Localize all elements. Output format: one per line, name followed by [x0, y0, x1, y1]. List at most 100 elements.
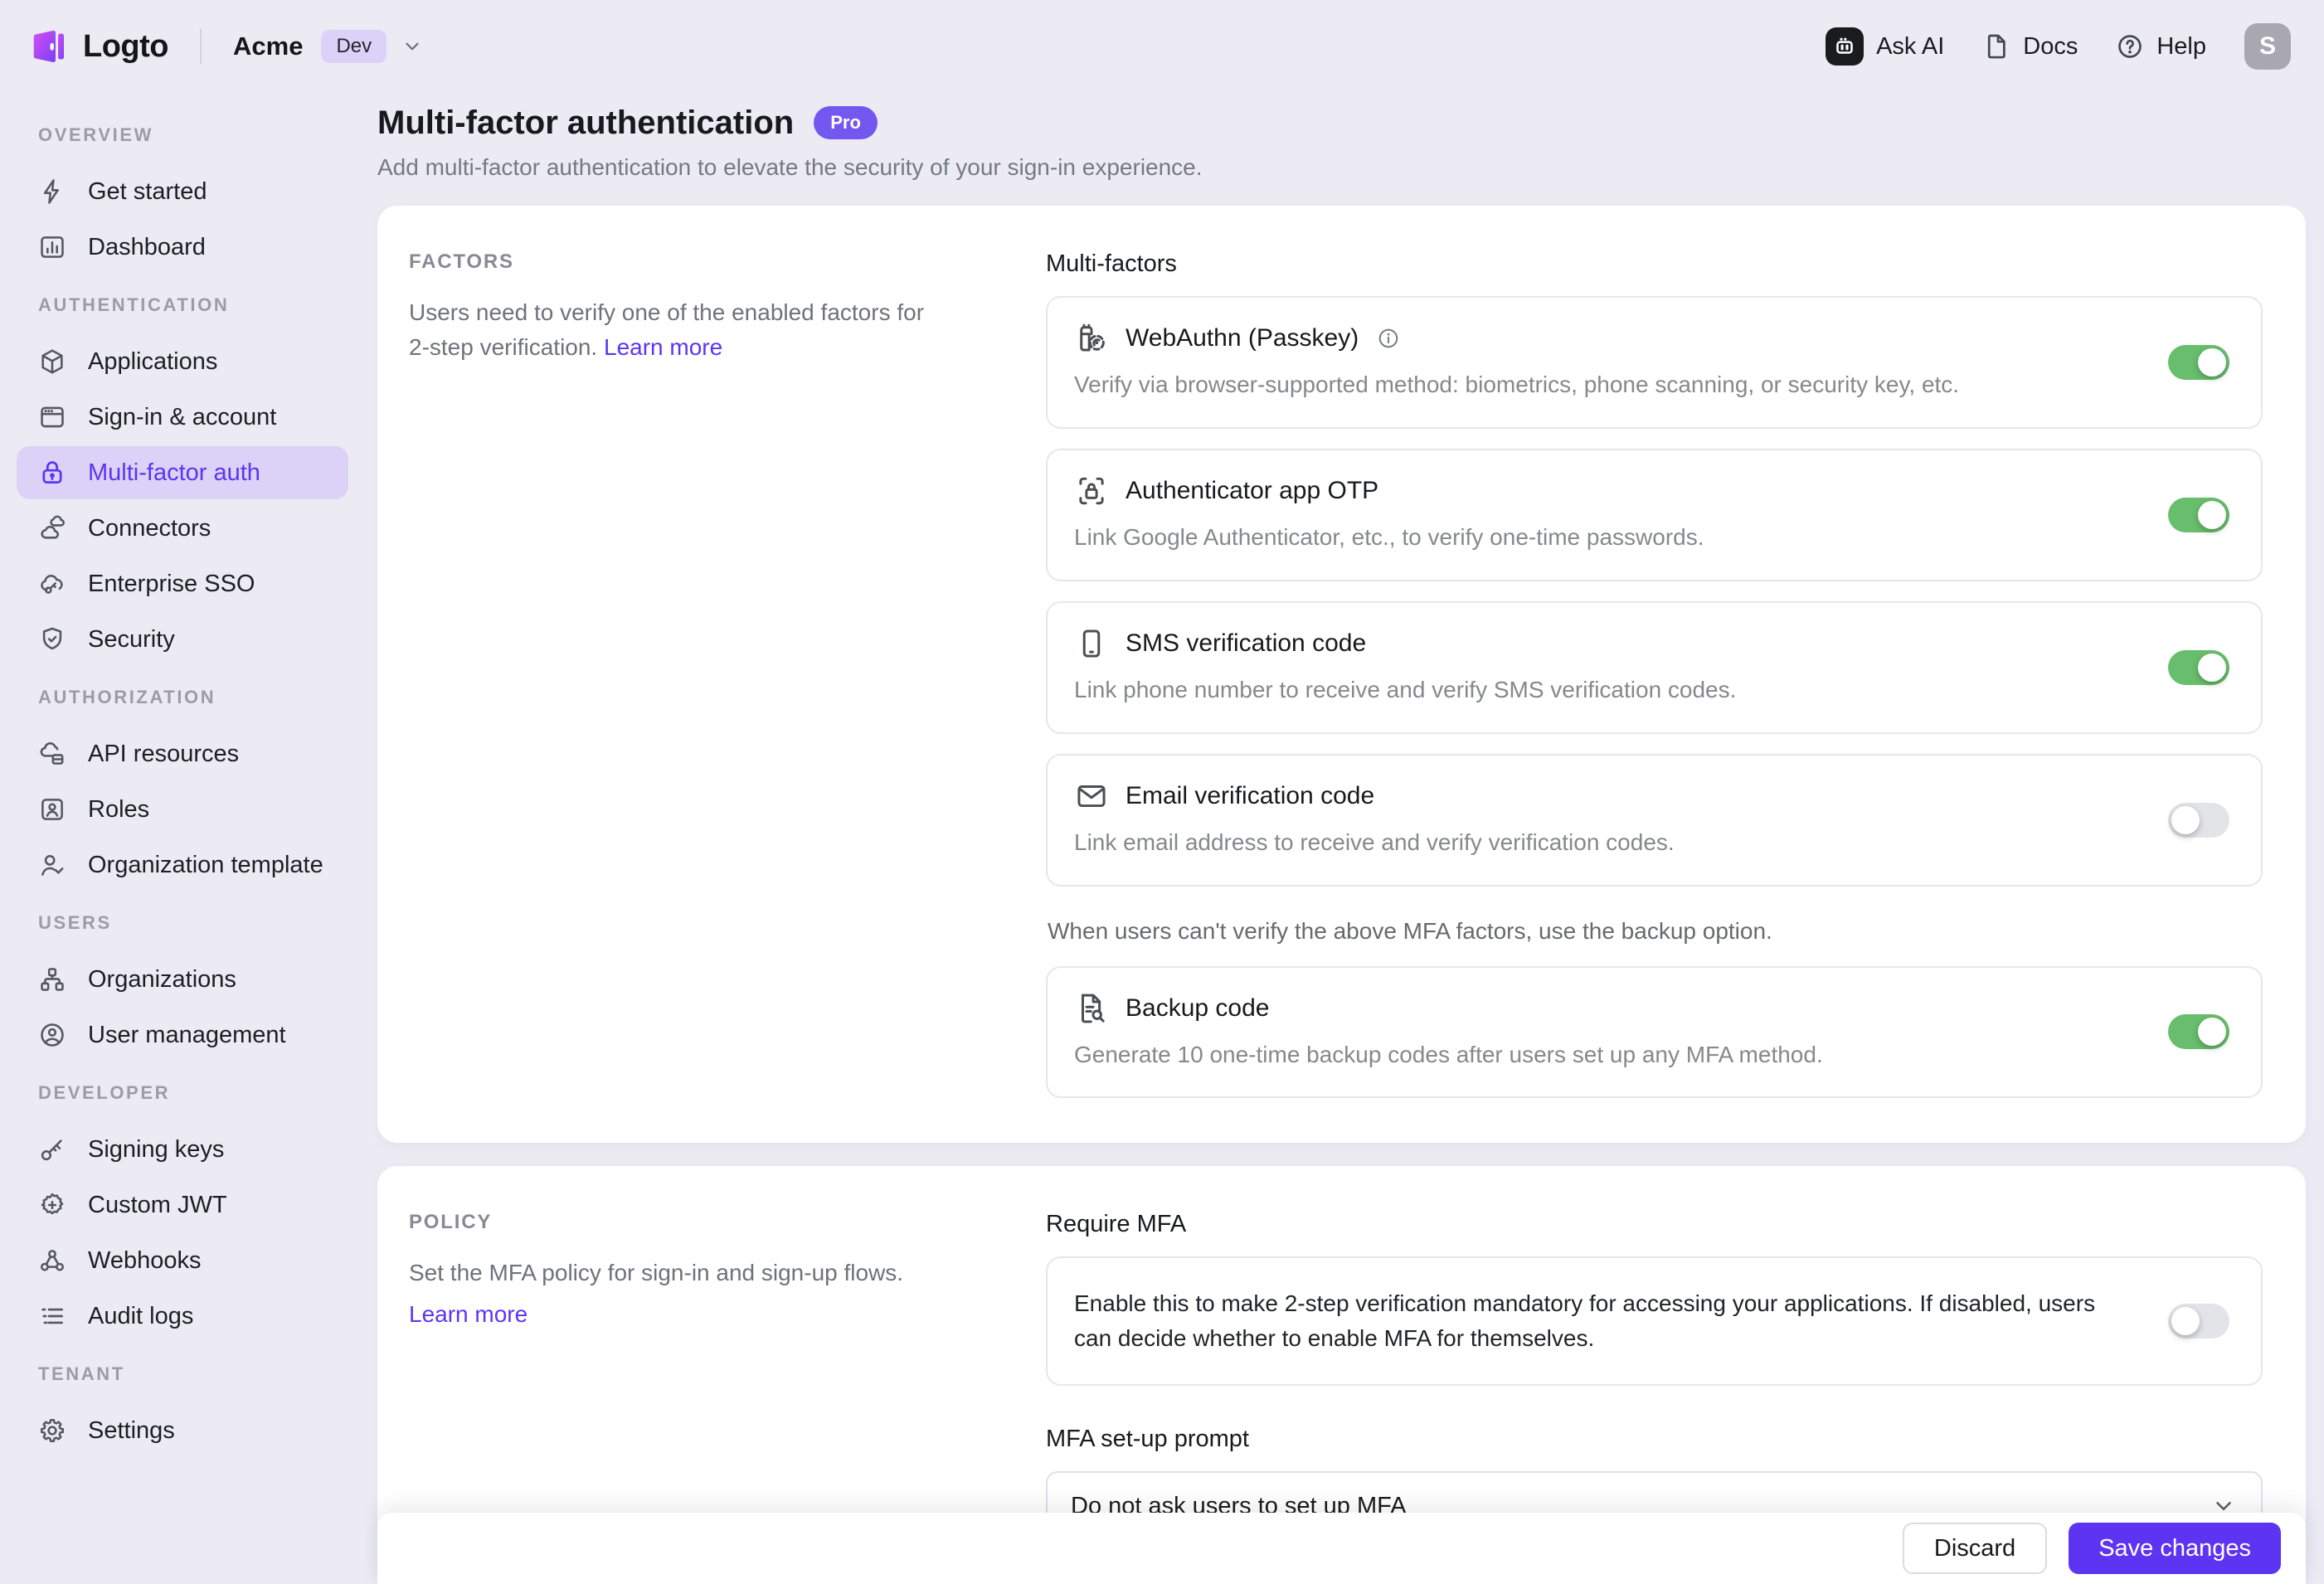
webhook-icon — [38, 1246, 66, 1275]
question-circle-icon — [2116, 32, 2144, 61]
mfa-setup-prompt-label: MFA set-up prompt — [1046, 1426, 2263, 1453]
toggle-knob — [2171, 806, 2200, 834]
factors-card: FACTORS Users need to verify one of the … — [377, 206, 2306, 1143]
logto-logo-icon — [30, 27, 68, 66]
factors-section-label: FACTORS — [409, 250, 946, 274]
gear-icon — [38, 1416, 66, 1445]
robot-icon — [1826, 27, 1864, 66]
sidebar-item-label: Custom JWT — [88, 1192, 227, 1219]
authenticator-otp-toggle[interactable] — [2168, 498, 2229, 532]
sidebar-item-applications[interactable]: Applications — [17, 335, 348, 388]
sidebar-item-label: Dashboard — [88, 234, 206, 261]
sidebar-item-security[interactable]: Security — [17, 613, 348, 666]
seal-plus-icon — [38, 1191, 66, 1219]
require-mfa-label: Require MFA — [1046, 1211, 2263, 1238]
document-icon — [1982, 32, 2010, 61]
sidebar-item-label: Audit logs — [88, 1303, 193, 1330]
sidebar-item-label: Security — [88, 626, 175, 654]
sidebar-item-label: Multi-factor auth — [88, 459, 260, 487]
email-toggle[interactable] — [2168, 803, 2229, 838]
factor-description: Verify via browser-supported method: bio… — [1074, 369, 2128, 401]
factor-title: Authenticator app OTP — [1126, 477, 1378, 505]
docs-button[interactable]: Docs — [1982, 32, 2078, 61]
sidebar-item-label: Settings — [88, 1417, 175, 1445]
sidebar-item-dashboard[interactable]: Dashboard — [17, 221, 348, 274]
help-button[interactable]: Help — [2116, 32, 2206, 61]
factor-title: Backup code — [1126, 994, 1269, 1023]
sidebar-item-webhooks[interactable]: Webhooks — [17, 1234, 348, 1287]
factor-title: WebAuthn (Passkey) — [1126, 324, 1359, 352]
user-circle-icon — [38, 1021, 66, 1049]
sidebar-item-signing-keys[interactable]: Signing keys — [17, 1123, 348, 1176]
sms-toggle[interactable] — [2168, 650, 2229, 685]
person-check-icon — [38, 851, 66, 879]
sidebar-item-label: Enterprise SSO — [88, 571, 255, 598]
tenant-selector[interactable]: Acme Dev — [233, 30, 423, 64]
sidebar-item-organizations[interactable]: Organizations — [17, 953, 348, 1006]
help-label: Help — [2156, 33, 2206, 61]
discard-button[interactable]: Discard — [1903, 1523, 2047, 1574]
header-divider — [200, 29, 202, 64]
sidebar-section-overview: OVERVIEW — [17, 106, 348, 163]
sidebar-item-label: Organizations — [88, 966, 236, 994]
dashboard-icon — [38, 233, 66, 261]
sidebar-section-tenant: TENANT — [17, 1345, 348, 1402]
factor-description: Generate 10 one-time backup codes after … — [1074, 1039, 2128, 1071]
authenticator-otp-icon — [1074, 474, 1109, 508]
shield-check-icon — [38, 625, 66, 654]
sidebar-item-sign-in-account[interactable]: Sign-in & account — [17, 391, 348, 444]
factors-learn-more-link[interactable]: Learn more — [604, 334, 722, 360]
sidebar-item-label: API resources — [88, 741, 239, 768]
sidebar-item-settings[interactable]: Settings — [17, 1404, 348, 1457]
list-icon — [38, 1302, 66, 1330]
toggle-knob — [2198, 1018, 2226, 1046]
ask-ai-button[interactable]: Ask AI — [1826, 27, 1944, 66]
backup-code-toggle[interactable] — [2168, 1014, 2229, 1049]
org-chart-icon — [38, 965, 66, 994]
sms-phone-icon — [1074, 626, 1109, 661]
id-card-icon — [38, 795, 66, 824]
factor-row-sms: SMS verification code Link phone number … — [1046, 601, 2263, 734]
sidebar-item-organization-template[interactable]: Organization template — [17, 838, 348, 892]
sidebar-section-users: USERS — [17, 894, 348, 951]
factor-row-backup-code: Backup code Generate 10 one-time backup … — [1046, 966, 2263, 1099]
avatar[interactable]: S — [2244, 23, 2291, 70]
sidebar-item-label: Get started — [88, 178, 207, 206]
sidebar-item-connectors[interactable]: Connectors — [17, 502, 348, 555]
info-icon[interactable] — [1377, 327, 1400, 350]
policy-section-description: Set the MFA policy for sign-in and sign-… — [409, 1260, 903, 1285]
toggle-knob — [2198, 654, 2226, 682]
sidebar-section-developer: DEVELOPER — [17, 1064, 348, 1121]
tenant-name: Acme — [233, 32, 303, 61]
sidebar-item-enterprise-sso[interactable]: Enterprise SSO — [17, 557, 348, 610]
require-mfa-description: Enable this to make 2-step verification … — [1074, 1286, 2120, 1356]
save-changes-button[interactable]: Save changes — [2069, 1523, 2281, 1574]
sidebar-section-authorization: AUTHORIZATION — [17, 668, 348, 726]
sidebar-item-audit-logs[interactable]: Audit logs — [17, 1290, 348, 1343]
toggle-knob — [2171, 1307, 2200, 1335]
connectors-icon — [38, 514, 66, 542]
sidebar-item-get-started[interactable]: Get started — [17, 165, 348, 218]
factor-description: Link email address to receive and verify… — [1074, 827, 2128, 858]
browser-window-icon — [38, 403, 66, 431]
passkey-icon — [1074, 321, 1109, 356]
cloud-box-icon — [38, 740, 66, 768]
webauthn-toggle[interactable] — [2168, 345, 2229, 380]
email-icon — [1074, 779, 1109, 814]
sidebar-item-multi-factor-auth[interactable]: Multi-factor auth — [17, 446, 348, 499]
sidebar-item-label: Roles — [88, 796, 149, 824]
main-content: Multi-factor authentication Pro Add mult… — [365, 93, 2324, 1584]
lightning-icon — [38, 177, 66, 206]
logo[interactable]: Logto — [30, 27, 168, 66]
sidebar-item-custom-jwt[interactable]: Custom JWT — [17, 1178, 348, 1232]
sidebar-item-user-management[interactable]: User management — [17, 1008, 348, 1062]
sidebar-item-api-resources[interactable]: API resources — [17, 727, 348, 780]
action-bar: Discard Save changes — [377, 1513, 2306, 1584]
factor-row-email: Email verification code Link email addre… — [1046, 754, 2263, 887]
backup-code-icon — [1074, 991, 1109, 1026]
policy-learn-more-link[interactable]: Learn more — [409, 1297, 528, 1332]
sidebar-section-authentication: AUTHENTICATION — [17, 276, 348, 333]
require-mfa-toggle[interactable] — [2168, 1304, 2229, 1339]
sidebar-item-label: Sign-in & account — [88, 404, 276, 431]
sidebar-item-roles[interactable]: Roles — [17, 783, 348, 836]
